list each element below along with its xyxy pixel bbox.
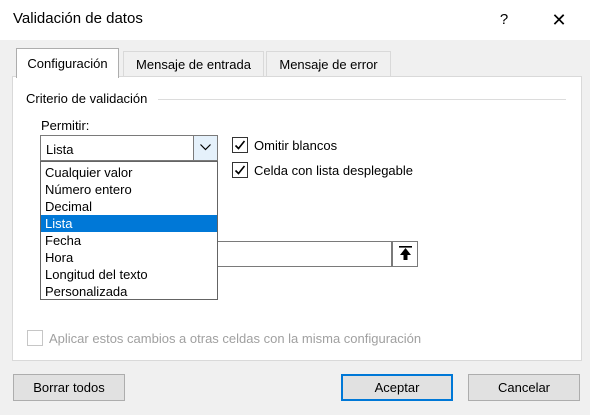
criteria-group-label: Criterio de validación — [26, 91, 152, 106]
allow-select[interactable]: Lista — [40, 135, 218, 161]
group-divider — [158, 99, 566, 100]
list-item-longitud-del-texto[interactable]: Longitud del texto — [41, 266, 217, 283]
close-button[interactable]: ✕ — [542, 6, 576, 34]
source-input[interactable] — [218, 241, 392, 267]
list-item-decimal[interactable]: Decimal — [41, 198, 217, 215]
allow-label: Permitir: — [41, 118, 90, 133]
list-item-cualquier-valor[interactable]: Cualquier valor — [41, 164, 217, 181]
range-selector-icon — [399, 246, 412, 260]
ignore-blank-label: Omitir blancos — [254, 138, 338, 153]
title-bar: Validación de datos ? ✕ — [0, 0, 590, 40]
tab-mensaje-de-error[interactable]: Mensaje de error — [266, 51, 391, 77]
allow-dropdown-list[interactable]: Cualquier valor Número entero Decimal Li… — [40, 161, 218, 300]
dropdown-in-cell-label: Celda con lista desplegable — [254, 163, 413, 178]
apply-to-others-label: Aplicar estos cambios a otras celdas con… — [49, 331, 422, 346]
dialog-title: Validación de datos — [13, 10, 143, 27]
tab-configuracion[interactable]: Configuración — [16, 48, 119, 78]
allow-select-value: Lista — [46, 142, 74, 157]
chevron-down-icon[interactable] — [193, 136, 217, 160]
apply-to-others-checkbox — [27, 330, 43, 346]
dropdown-in-cell-checkbox[interactable] — [232, 162, 248, 178]
clear-all-button[interactable]: Borrar todos — [13, 374, 125, 401]
cancel-button[interactable]: Cancelar — [468, 374, 580, 401]
collapse-range-button[interactable] — [392, 241, 418, 267]
list-item-lista[interactable]: Lista — [41, 215, 217, 232]
list-item-personalizada[interactable]: Personalizada — [41, 283, 217, 300]
list-item-hora[interactable]: Hora — [41, 249, 217, 266]
list-item-fecha[interactable]: Fecha — [41, 232, 217, 249]
help-button[interactable]: ? — [490, 6, 518, 34]
ignore-blank-checkbox[interactable] — [232, 137, 248, 153]
tab-mensaje-de-entrada[interactable]: Mensaje de entrada — [123, 51, 264, 77]
accept-button[interactable]: Aceptar — [341, 374, 453, 401]
list-item-numero-entero[interactable]: Número entero — [41, 181, 217, 198]
